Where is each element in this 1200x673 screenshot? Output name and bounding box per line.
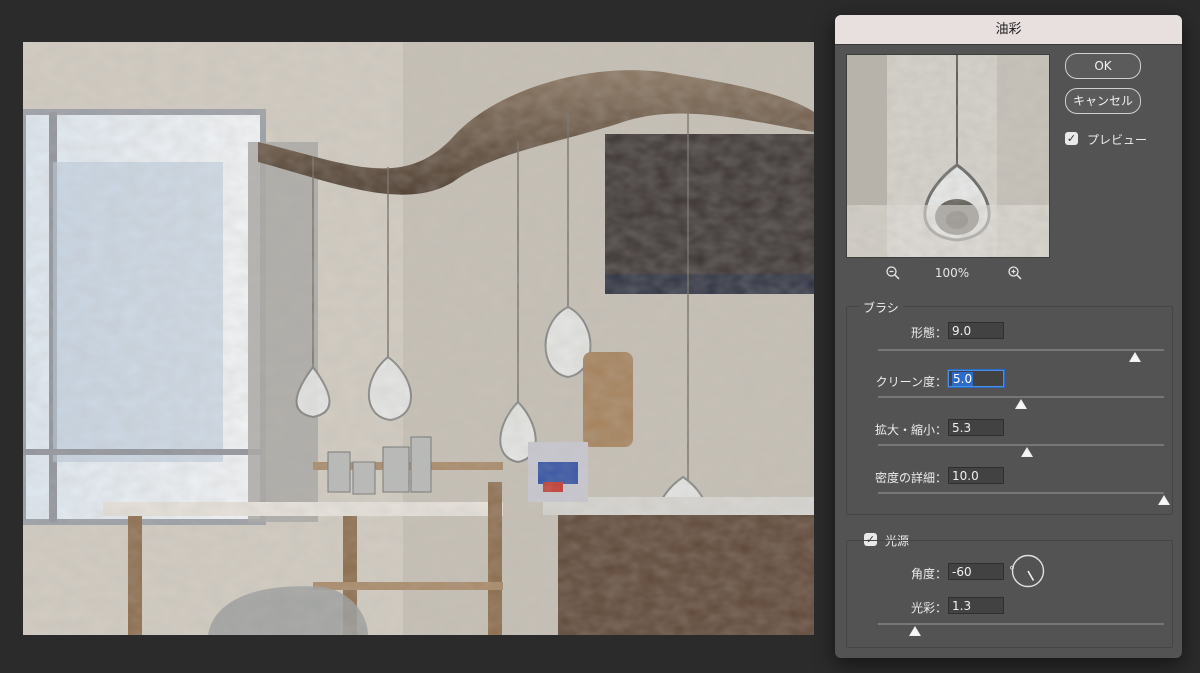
cleanliness-slider-thumb[interactable] — [1015, 399, 1027, 409]
zoom-in-icon[interactable] — [1007, 265, 1023, 281]
scale-slider-track[interactable] — [878, 444, 1164, 446]
stylization-field[interactable]: 9.0 — [948, 322, 1004, 339]
angle-label: 角度： — [910, 567, 947, 581]
scale-field[interactable]: 5.3 — [948, 419, 1004, 436]
checkbox-check-icon: ✓ — [1066, 132, 1077, 145]
bristle-detail-slider-thumb[interactable] — [1158, 495, 1170, 505]
stylization-slider-thumb[interactable] — [1129, 352, 1142, 362]
shine-slider-thumb[interactable] — [909, 626, 922, 636]
bristle-detail-field[interactable]: 10.0 — [948, 467, 1004, 484]
preview-label: プレビュー — [1087, 133, 1148, 147]
filter-preview[interactable] — [846, 54, 1050, 258]
cancel-button[interactable]: キャンセル — [1065, 88, 1141, 114]
shine-label: 光彩： — [910, 601, 947, 615]
oil-paint-dialog: 油彩 100% OK キャンセル ✓ プレビュー ブラシ 形態： 9.0 クリー… — [835, 15, 1182, 658]
brush-group-title: ブラシ — [859, 299, 903, 316]
preview-checkbox[interactable]: ✓ — [1065, 132, 1078, 145]
zoom-out-icon[interactable] — [885, 265, 901, 281]
document-canvas[interactable] — [23, 42, 814, 635]
lighting-group: 角度： -60 ° 光彩： 1.3 — [846, 540, 1173, 648]
zoom-level: 100% — [934, 266, 970, 280]
bristle-detail-slider-track[interactable] — [878, 492, 1164, 494]
scale-slider-thumb[interactable] — [1020, 447, 1033, 457]
stylization-slider-track[interactable] — [878, 349, 1164, 351]
dialog-title: 油彩 — [835, 15, 1182, 45]
angle-field[interactable]: -60 — [948, 563, 1004, 580]
angle-dial-icon[interactable] — [1011, 554, 1045, 588]
scale-label: 拡大・縮小： — [874, 423, 947, 437]
cleanliness-label: クリーン度： — [875, 375, 947, 389]
stylization-label: 形態： — [910, 326, 947, 340]
brush-group: ブラシ 形態： 9.0 クリーン度： 5.0 拡大・縮小： 5.3 密度の詳細：… — [846, 299, 1173, 515]
preview-zoom-bar: 100% — [846, 265, 1050, 283]
ok-button[interactable]: OK — [1065, 53, 1141, 79]
cleanliness-field[interactable]: 5.0 — [948, 370, 1004, 387]
bristle-detail-label: 密度の詳細： — [874, 471, 947, 485]
cleanliness-slider-track[interactable] — [878, 396, 1164, 398]
shine-slider-track[interactable] — [878, 623, 1164, 625]
shine-field[interactable]: 1.3 — [948, 597, 1004, 614]
